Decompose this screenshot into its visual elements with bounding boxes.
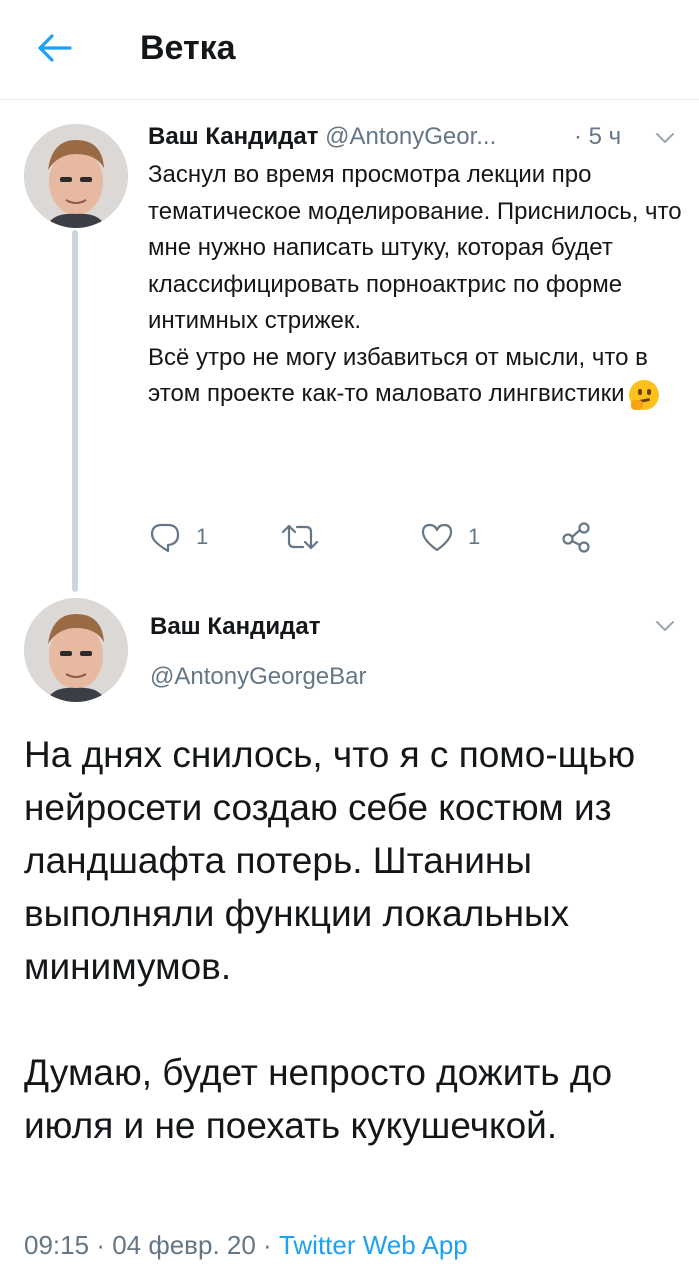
like-count: 1 [468,524,481,549]
retweet-icon [281,524,319,550]
chevron-down-icon [656,133,674,143]
tweet-text: Заснул во время просмотра лекции про тем… [148,157,688,413]
avatar[interactable] [24,124,128,228]
thinking-face-icon [628,379,659,410]
tweet-menu-button[interactable] [651,616,679,636]
avatar[interactable] [24,598,128,702]
chevron-down-icon [656,621,674,631]
reply-count: 1 [196,524,209,549]
tweet-time[interactable]: · 5 ч [574,120,621,154]
author-handle[interactable]: @AntonyGeorgeBar [150,660,366,694]
tweet-time: 09:15 [24,1230,90,1260]
top-bar: Ветка [0,0,699,100]
tweet-paragraph: Думаю, будет непросто дожить до июля и н… [24,1052,613,1146]
tweet-paragraph: Заснул во время просмотра лекции про тем… [148,161,682,334]
tweet-paragraph: На днях снилось, что я с помо-щью нейрос… [24,734,636,987]
user-photo [24,598,128,702]
tweet-actions: 1 1 [148,512,668,562]
user-photo [24,124,128,228]
author-name[interactable]: Ваш Кандидат [148,123,318,150]
like-button[interactable]: 1 [420,512,480,562]
reply-button[interactable]: 1 [148,512,208,562]
source-app-link[interactable]: Twitter Web App [279,1230,468,1260]
tweet-menu-button[interactable] [651,128,679,148]
author-name[interactable]: Ваш Кандидат [150,610,320,644]
page-title: Ветка [140,29,236,67]
share-button[interactable] [560,512,592,562]
share-icon [562,522,590,553]
heart-icon [421,523,453,552]
retweet-button[interactable] [280,512,320,562]
tweet-text: На днях снилось, что я с помо-щью нейрос… [24,728,684,1152]
arrow-left-icon [38,34,72,62]
thread-connector [72,230,78,592]
tweet-date: 04 февр. 20 [112,1230,256,1260]
tweet-paragraph: Всё утро не могу избавиться от мысли, чт… [148,340,688,413]
back-button[interactable] [30,26,78,70]
author-handle[interactable]: @AntonyGeor... [325,123,496,150]
reply-icon [150,523,180,553]
tweet-meta: 09:15 · 04 февр. 20 · Twitter Web App [24,1230,468,1260]
